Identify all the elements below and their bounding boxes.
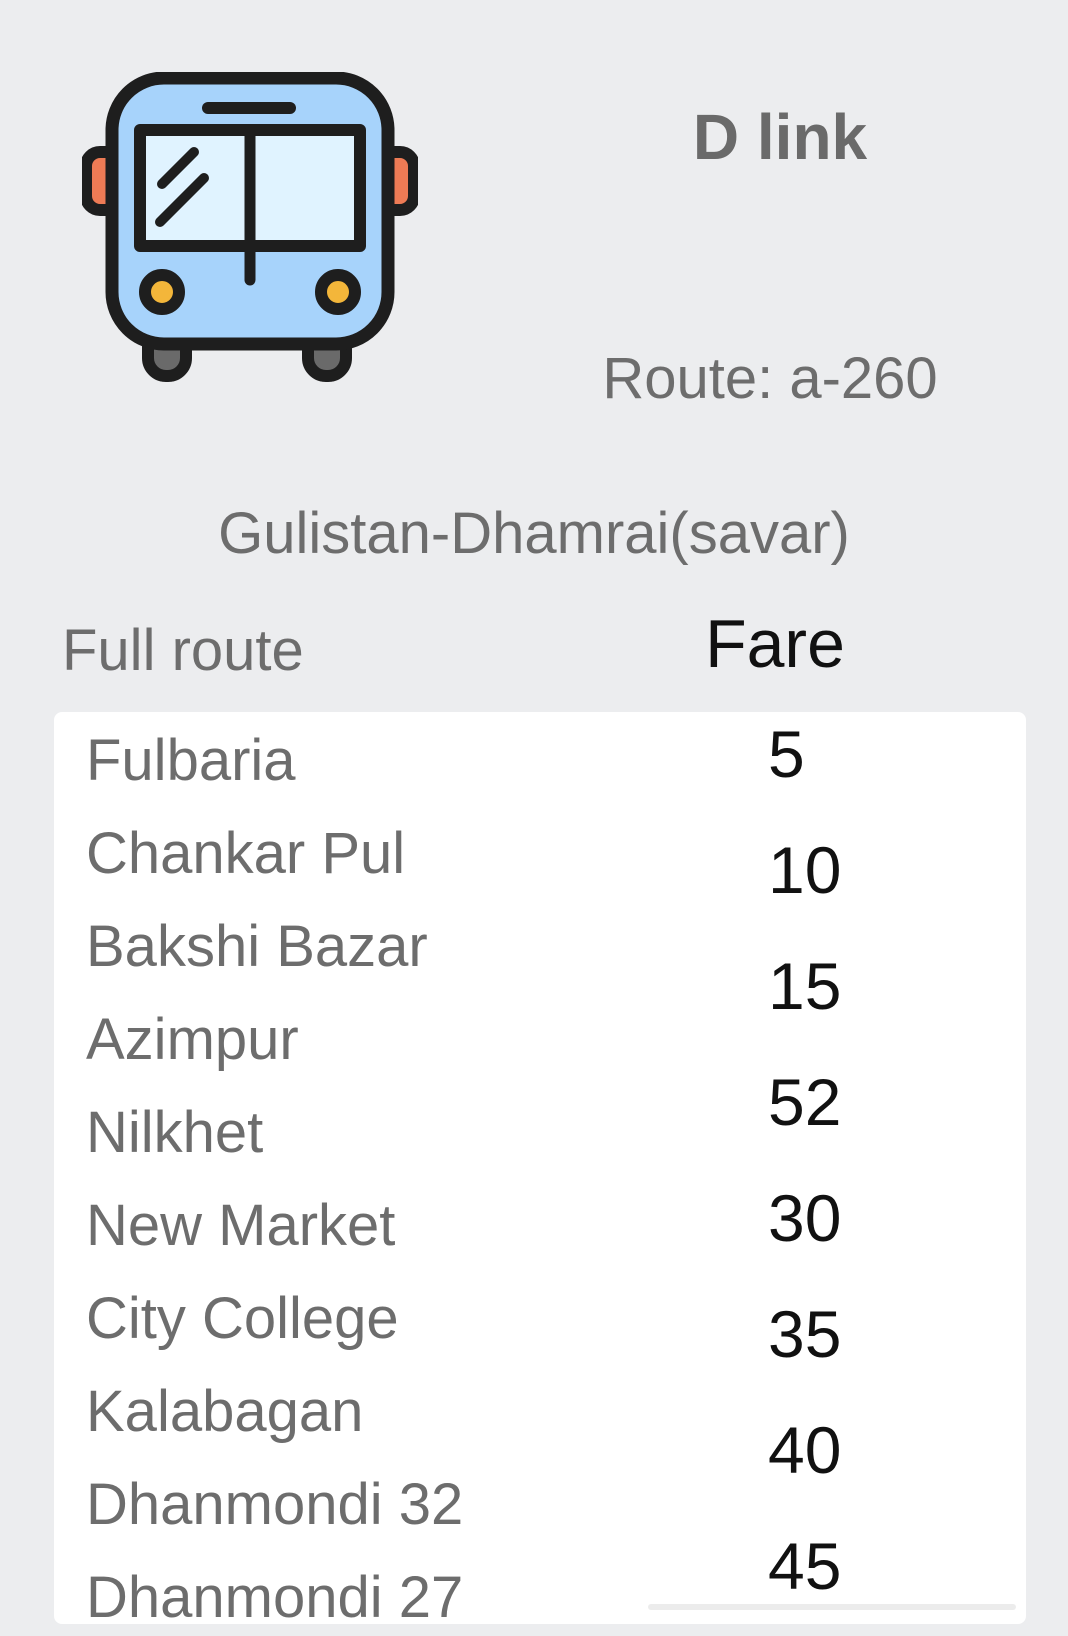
stop-item: Azimpur: [86, 1007, 299, 1072]
stop-item: Dhanmondi 27: [86, 1565, 464, 1630]
stop-item: Kalabagan: [86, 1379, 364, 1444]
stop-item: Nilkhet: [86, 1100, 264, 1165]
stop-item: City College: [86, 1286, 399, 1351]
fare-value: 30: [768, 1181, 842, 1255]
fare-value: 5: [768, 717, 805, 791]
fare-value: 10: [768, 833, 842, 907]
bus-name: D link: [692, 101, 868, 173]
route-span: Gulistan-Dhamrai(savar): [218, 501, 850, 566]
stop-item: Fulbaria: [86, 728, 296, 793]
route-code: Route: a-260: [602, 346, 938, 411]
fare-header: Fare: [705, 606, 845, 682]
stop-item: Bakshi Bazar: [86, 914, 428, 979]
bus-front-icon: [82, 72, 418, 382]
stop-item: Dhanmondi 32: [86, 1472, 464, 1537]
stop-item: New Market: [86, 1193, 396, 1258]
fare-value: 15: [768, 949, 842, 1023]
fare-value: 52: [768, 1065, 842, 1139]
fare-value: 35: [768, 1297, 842, 1371]
stop-item: Chankar Pul: [86, 821, 406, 886]
fare-value: 45: [768, 1529, 842, 1603]
fare-value: 40: [768, 1413, 842, 1487]
full-route-header: Full route: [62, 618, 304, 683]
